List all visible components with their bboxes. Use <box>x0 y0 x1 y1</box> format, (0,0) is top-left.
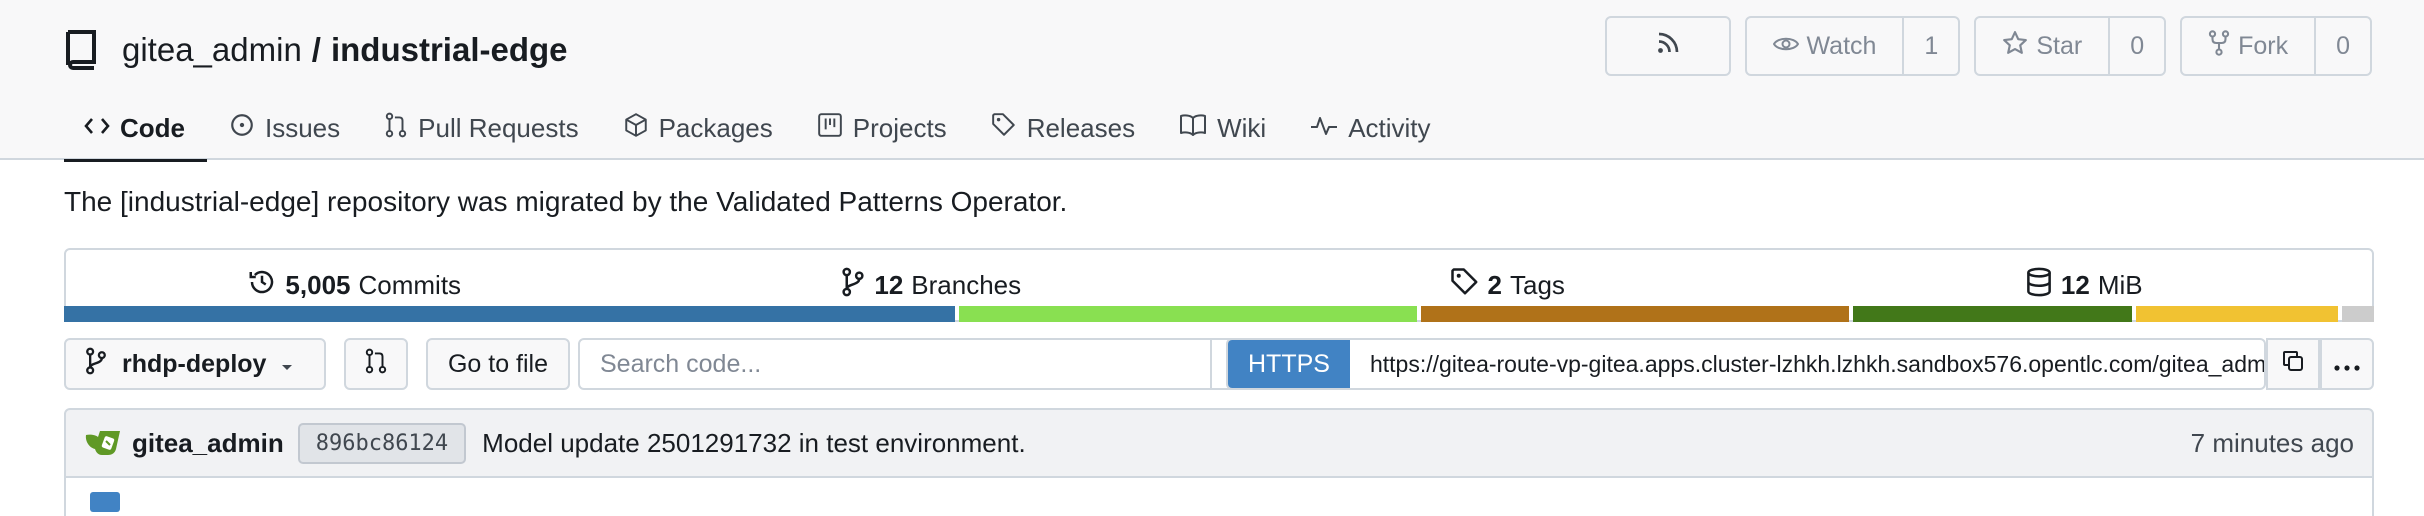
repo-owner-link[interactable]: gitea_admin <box>122 31 302 69</box>
size-count: 12 <box>2060 269 2090 300</box>
branches-label: Branches <box>911 269 1022 300</box>
tab-releases-label: Releases <box>1026 112 1136 143</box>
star-icon <box>2002 30 2028 63</box>
issue-icon <box>229 112 255 145</box>
kebab-horizontal-icon <box>2334 350 2360 379</box>
package-icon <box>623 112 649 145</box>
folder-icon <box>90 492 120 512</box>
tab-wiki[interactable]: Wiki <box>1157 96 1288 160</box>
project-icon <box>817 112 843 145</box>
tab-code-label: Code <box>120 112 185 143</box>
pull-request-icon <box>364 348 388 381</box>
repo-title: gitea_admin / industrial-edge <box>64 24 568 76</box>
repo-name-link[interactable]: industrial-edge <box>331 31 568 69</box>
watch-button[interactable]: Watch 1 <box>1744 16 1961 76</box>
tab-issues-label: Issues <box>265 112 341 143</box>
database-icon <box>2025 267 2053 304</box>
book-icon <box>1179 113 1207 144</box>
fork-button[interactable]: Fork 0 <box>2180 16 2372 76</box>
commits-label: Commits <box>358 269 462 300</box>
tab-issues[interactable]: Issues <box>207 96 362 160</box>
repo-toolbar: rhdp-deploy Go to file HTTPS https://git… <box>64 338 2374 390</box>
star-button[interactable]: Star 0 <box>1974 16 2167 76</box>
watch-label: Watch <box>1806 31 1877 60</box>
clone-url-box: HTTPS https://gitea-route-vp-gitea.apps.… <box>1226 338 2266 390</box>
size-unit: MiB <box>2097 269 2143 300</box>
rss-icon <box>1656 31 1680 62</box>
more-options-button[interactable] <box>2320 338 2374 390</box>
branch-icon <box>84 347 108 382</box>
tag-icon <box>991 112 1017 145</box>
tab-activity-label: Activity <box>1348 112 1431 143</box>
watch-count[interactable]: 1 <box>1902 18 1958 74</box>
repo-actions: Watch 1 Star 0 Fork 0 <box>1604 16 2372 76</box>
fork-count[interactable]: 0 <box>2314 18 2370 74</box>
branch-selector[interactable]: rhdp-deploy <box>64 338 326 390</box>
tags-label: Tags <box>1510 269 1565 300</box>
star-count[interactable]: 0 <box>2108 18 2164 74</box>
commit-message[interactable]: Model update 2501291732 in test environm… <box>482 428 1026 459</box>
language-segment[interactable] <box>2341 306 2374 322</box>
code-icon <box>84 113 110 144</box>
pulse-icon <box>1310 113 1338 144</box>
tab-activity[interactable]: Activity <box>1288 96 1452 160</box>
eye-icon <box>1772 32 1799 61</box>
repo-path-separator: / <box>311 31 321 68</box>
commits-count: 5,005 <box>285 269 351 300</box>
go-to-file-button[interactable]: Go to file <box>426 338 570 390</box>
star-label: Star <box>2036 31 2083 60</box>
tag-icon <box>1450 267 1480 304</box>
branch-icon <box>840 267 866 304</box>
tab-packages-label: Packages <box>658 112 773 143</box>
copy-url-button[interactable] <box>2266 338 2320 390</box>
commit-author[interactable]: gitea_admin <box>132 428 284 459</box>
repo-header: gitea_admin / industrial-edge Watch 1 St… <box>0 0 2424 162</box>
branches-count: 12 <box>874 269 904 300</box>
clone-protocol-https[interactable]: HTTPS <box>1228 340 1350 388</box>
language-segment[interactable] <box>2136 306 2338 322</box>
history-icon <box>247 267 277 304</box>
language-segment[interactable] <box>958 306 1417 322</box>
avatar[interactable] <box>84 429 124 457</box>
language-segment[interactable] <box>64 306 955 322</box>
chevron-down-icon <box>280 350 294 379</box>
fork-label: Fork <box>2238 31 2289 60</box>
branch-name: rhdp-deploy <box>122 349 267 378</box>
tab-packages[interactable]: Packages <box>601 96 795 160</box>
tab-code[interactable]: Code <box>64 96 207 162</box>
file-list-row <box>64 476 2374 516</box>
clone-url-input[interactable]: https://gitea-route-vp-gitea.apps.cluste… <box>1350 351 2264 378</box>
language-segment[interactable] <box>1853 306 2133 322</box>
tab-projects-label: Projects <box>852 112 947 143</box>
repo-icon <box>64 28 104 72</box>
latest-commit-bar: gitea_admin 896bc86124 Model update 2501… <box>64 408 2374 478</box>
copy-icon <box>2281 349 2305 380</box>
tab-pull-requests-label: Pull Requests <box>418 112 579 143</box>
compare-button[interactable] <box>344 338 408 390</box>
tab-pull-requests[interactable]: Pull Requests <box>362 96 600 160</box>
tab-wiki-label: Wiki <box>1217 112 1267 143</box>
fork-icon <box>2208 29 2230 63</box>
language-stats-bar[interactable] <box>64 306 2374 322</box>
tags-count: 2 <box>1487 269 1503 300</box>
code-search-input[interactable] <box>580 349 1140 379</box>
rss-feed-button[interactable] <box>1604 16 1731 76</box>
commit-sha-link[interactable]: 896bc86124 <box>297 422 467 464</box>
tab-projects[interactable]: Projects <box>795 96 969 160</box>
tab-releases[interactable]: Releases <box>969 96 1157 160</box>
commit-time: 7 minutes ago <box>2190 427 2354 458</box>
language-segment[interactable] <box>1420 306 1850 322</box>
repo-tabs: Code Issues Pull Requests Packages Proje… <box>64 96 1453 162</box>
code-search-box <box>578 338 1276 390</box>
repo-description: The [industrial-edge] repository was mig… <box>64 186 1068 217</box>
pull-request-icon <box>384 112 408 145</box>
